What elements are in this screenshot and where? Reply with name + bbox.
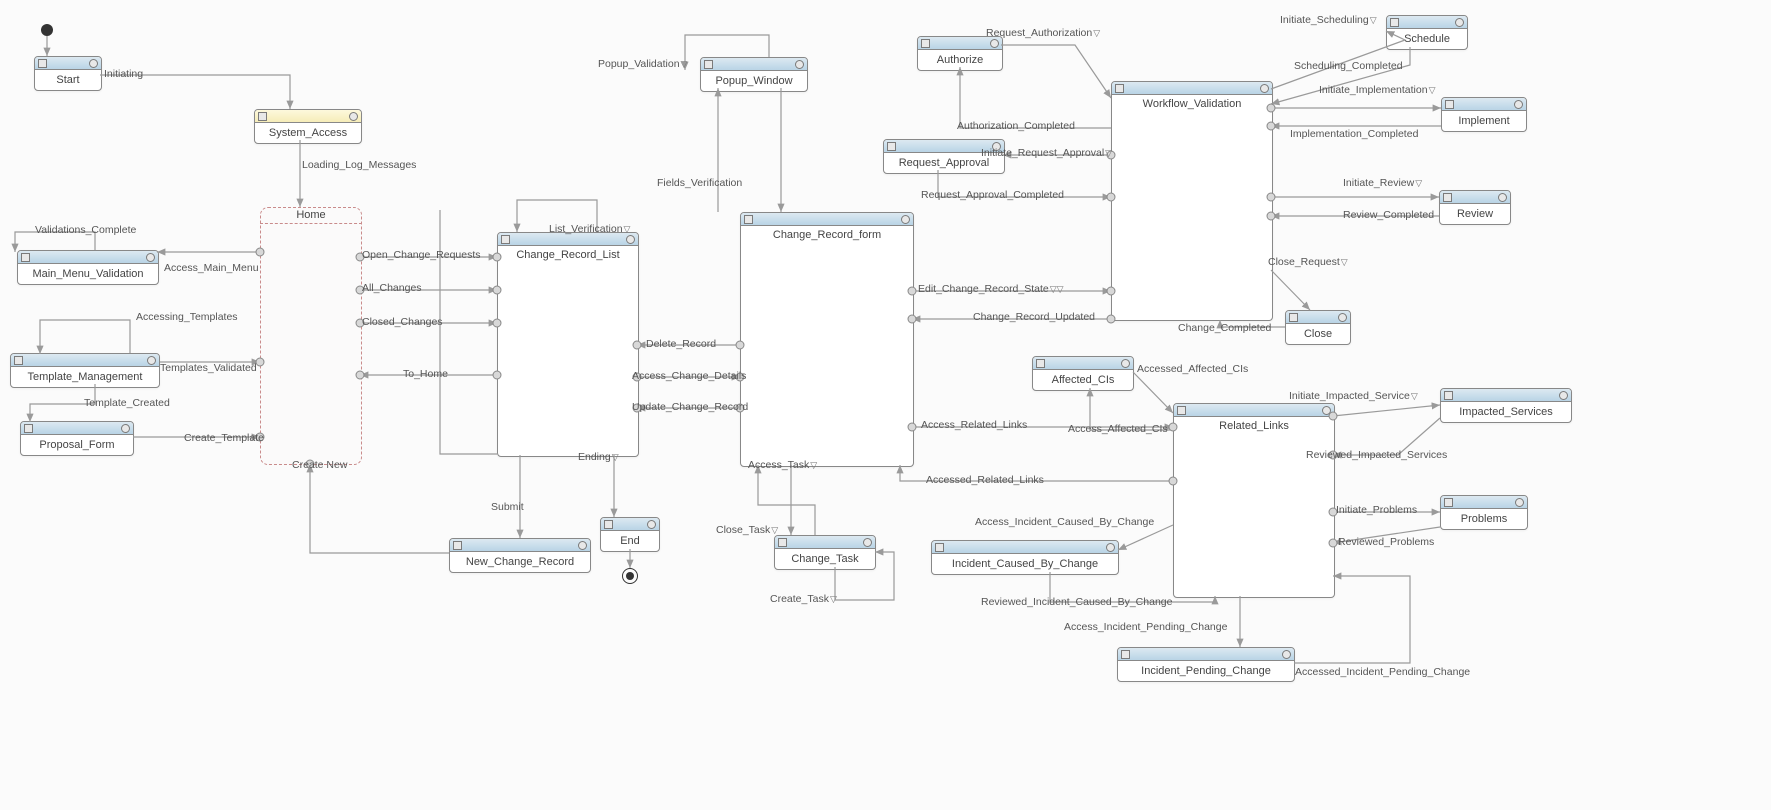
lbl-to-home: To_Home — [403, 368, 448, 380]
lbl-initiate-scheduling: Initiate_Scheduling▽ — [1280, 14, 1377, 26]
lbl-initiating: Initiating — [104, 68, 143, 80]
lbl-access-change-details: Access_Change_Details — [632, 370, 746, 382]
lbl-create-template: Create_Template — [184, 432, 264, 444]
lbl-reviewed-problems: Reviewed_Problems — [1338, 536, 1434, 548]
lbl-delete-record: Delete_Record — [646, 338, 716, 350]
lbl-all-changes: All_Changes — [362, 282, 422, 294]
lbl-scheduling-completed: Scheduling_Completed — [1294, 60, 1403, 72]
lbl-edit-change-record-state: Edit_Change_Record_State▽▽ — [918, 283, 1064, 295]
lbl-review-completed: Review_Completed — [1343, 209, 1434, 221]
lbl-initiate-problems: Initiate_Problems — [1336, 504, 1417, 516]
lbl-validations-complete: Validations_Complete — [35, 224, 136, 236]
lbl-access-incident-pending: Access_Incident_Pending_Change — [1064, 621, 1227, 633]
lbl-reviewed-incident-caused: Reviewed_Incident_Caused_By_Change — [981, 596, 1172, 608]
lbl-access-affected-cis: Access_Affected_CIs — [1068, 423, 1168, 435]
lbl-authorization-completed: Authorization_Completed — [957, 120, 1075, 132]
lbl-closed-changes: Closed_Changes — [362, 316, 443, 328]
lbl-access-main-menu: Access_Main_Menu — [164, 262, 259, 274]
lbl-initiate-request-approval: Initiate_Request_Approval▽ — [981, 147, 1112, 159]
lbl-template-created: Template_Created — [84, 397, 170, 409]
lbl-close-task: Close_Task▽ — [716, 524, 778, 536]
lbl-access-task: Access_Task▽ — [748, 459, 817, 471]
lbl-list-verification: List_Verification▽ — [549, 223, 630, 235]
lbl-accessing-templates: Accessing_Templates — [136, 311, 238, 323]
lbl-accessed-related-links: Accessed_Related_Links — [926, 474, 1044, 486]
lbl-close-request: Close_Request▽ — [1268, 256, 1348, 268]
lbl-access-incident-caused: Access_Incident_Caused_By_Change — [975, 516, 1154, 528]
lbl-reviewed-impacted: Reviewed_Impacted_Services — [1306, 449, 1447, 461]
lbl-initiate-review: Initiate_Review▽ — [1343, 177, 1422, 189]
connectors-layer — [0, 0, 1771, 810]
lbl-change-completed: Change_Completed — [1178, 322, 1271, 334]
lbl-change-record-updated: Change_Record_Updated — [973, 311, 1095, 323]
lbl-accessed-incident-pending: Accessed_Incident_Pending_Change — [1295, 666, 1470, 678]
lbl-create-task: Create_Task▽ — [770, 593, 837, 605]
lbl-initiate-impacted: Initiate_Impacted_Service▽ — [1289, 390, 1418, 402]
lbl-update-change-record: Update_Change_Record — [632, 401, 748, 413]
lbl-request-authorization: Request_Authorization▽ — [986, 27, 1100, 39]
lbl-create-new: Create New — [292, 459, 347, 471]
lbl-popup-validation: Popup_Validation▽ — [598, 58, 687, 70]
lbl-submit: Submit — [491, 501, 524, 513]
lbl-fields-verification: Fields_Verification — [657, 177, 742, 189]
lbl-request-approval-completed: Request_Approval_Completed — [921, 189, 1064, 201]
lbl-initiate-implementation: Initiate_Implementation▽ — [1319, 84, 1436, 96]
lbl-implementation-completed: Implementation_Completed — [1290, 128, 1418, 140]
lbl-templates-validated: Templates_Validated — [160, 362, 257, 374]
lbl-ending: Ending▽ — [578, 451, 619, 463]
lbl-loading-log: Loading_Log_Messages — [302, 159, 416, 171]
lbl-access-related-links: Access_Related_Links — [921, 419, 1027, 431]
lbl-open-change: Open_Change_Requests — [362, 249, 481, 261]
lbl-accessed-affected-cis: Accessed_Affected_CIs — [1137, 363, 1248, 375]
